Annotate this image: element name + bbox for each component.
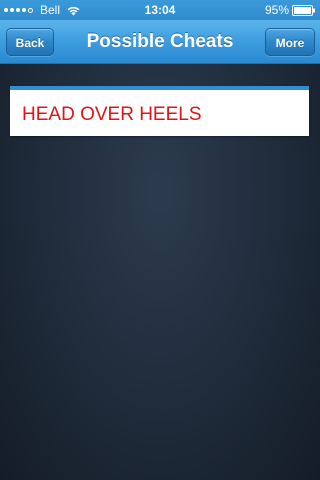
list-item-label: HEAD OVER HEELS [22, 104, 202, 125]
status-right: 95% [265, 3, 316, 17]
app-screen: Bell 13:04 95% Back Possible Cheats More… [0, 0, 320, 480]
page-title: Possible Cheats [86, 31, 234, 52]
more-button[interactable]: More [265, 28, 315, 56]
battery-icon [292, 4, 315, 16]
battery-percent: 95% [264, 3, 289, 17]
navigation-bar: Back Possible Cheats More [0, 20, 320, 64]
list-item[interactable]: HEAD OVER HEELS [10, 86, 309, 136]
back-button[interactable]: Back [6, 28, 54, 56]
status-bar: Bell 13:04 95% [0, 0, 320, 20]
